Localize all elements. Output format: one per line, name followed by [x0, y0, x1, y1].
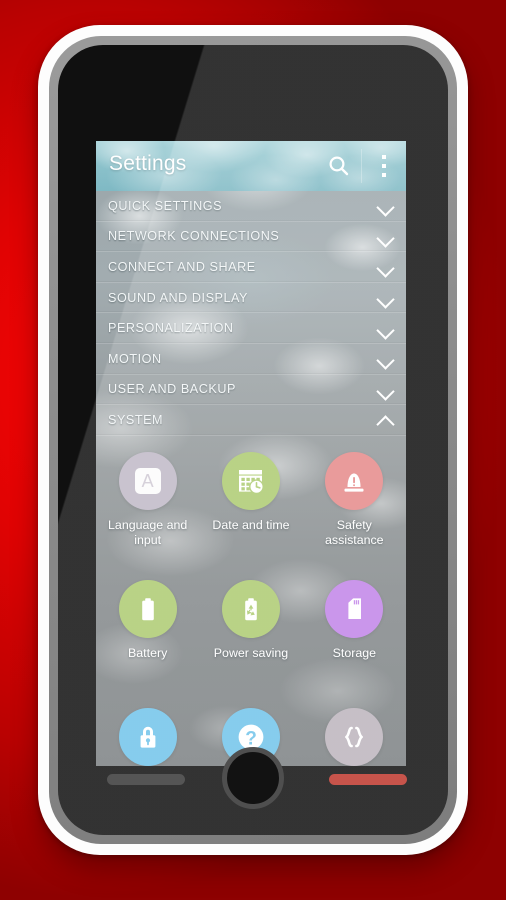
- settings-app-viewport: Settings QUICK SETTINGS NETWORK CONNECTI…: [96, 141, 406, 766]
- chevron-down-icon: [377, 200, 394, 211]
- overflow-dot: [382, 155, 386, 159]
- category-row-personalization[interactable]: PERSONALIZATION: [96, 313, 406, 344]
- category-label: PERSONALIZATION: [108, 321, 234, 336]
- grid-item-security[interactable]: [96, 704, 199, 766]
- overflow-dot: [382, 173, 386, 177]
- overflow-menu-button[interactable]: [373, 153, 395, 179]
- sd-card-glyph: [348, 598, 362, 619]
- chevron-down-icon: [377, 231, 394, 242]
- chevron-down-icon: [377, 353, 394, 364]
- category-row-motion[interactable]: MOTION: [96, 344, 406, 375]
- category-label: NETWORK CONNECTIONS: [108, 229, 280, 244]
- lock-glyph: [140, 726, 156, 748]
- grid-item-storage[interactable]: Storage: [303, 576, 406, 704]
- grid-item-language-and-input[interactable]: A Language and input: [96, 448, 199, 576]
- braces-developer-icon: [325, 707, 384, 766]
- lock-icon: [118, 707, 177, 766]
- chevron-down-icon: [377, 292, 394, 303]
- category-row-user-and-backup[interactable]: USER AND BACKUP: [96, 375, 406, 406]
- overflow-dot: [382, 164, 386, 168]
- battery-glyph: [141, 597, 154, 620]
- page-title: Settings: [109, 152, 187, 175]
- settings-category-list: QUICK SETTINGS NETWORK CONNECTIONS CONNE…: [96, 191, 406, 436]
- grid-item-label: Storage: [332, 645, 377, 660]
- sd-card-icon: [325, 579, 384, 638]
- grid-item-label: Battery: [128, 645, 168, 660]
- calendar-clock-icon: [221, 451, 280, 510]
- red-background: Settings QUICK SETTINGS NETWORK CONNECTI…: [0, 0, 506, 900]
- battery-icon: [118, 579, 177, 638]
- phone-screen: Settings QUICK SETTINGS NETWORK CONNECTI…: [58, 45, 448, 835]
- chevron-up-icon: [377, 414, 394, 425]
- calendar-clock-glyph: [238, 469, 264, 494]
- svg-text:?: ?: [245, 728, 257, 749]
- siren-alert-icon: [325, 451, 384, 510]
- category-label: QUICK SETTINGS: [108, 198, 223, 213]
- category-row-quick-settings[interactable]: QUICK SETTINGS: [96, 191, 406, 222]
- category-label: CONNECT AND SHARE: [108, 259, 256, 274]
- category-row-system[interactable]: SYSTEM: [96, 405, 406, 436]
- keyboard-a-glyph: A: [134, 467, 161, 494]
- chevron-down-icon: [377, 261, 394, 272]
- grid-item-date-and-time[interactable]: Date and time: [199, 448, 302, 576]
- home-button[interactable]: [222, 747, 284, 809]
- category-label: USER AND BACKUP: [108, 382, 236, 397]
- back-softkey[interactable]: [329, 774, 407, 785]
- chevron-down-icon: [377, 384, 394, 395]
- siren-alert-glyph: [344, 473, 364, 492]
- phone-device: Settings QUICK SETTINGS NETWORK CONNECTI…: [38, 25, 468, 855]
- category-label: MOTION: [108, 351, 162, 366]
- search-button[interactable]: [326, 153, 352, 179]
- grid-item-label: Language and input: [108, 517, 188, 547]
- menu-softkey[interactable]: [107, 774, 185, 785]
- category-label: SYSTEM: [108, 412, 164, 427]
- system-icon-grid: A Language and input Date and time Safet…: [96, 436, 406, 766]
- grid-item-label: Power saving: [213, 645, 289, 660]
- grid-item-label: Date and time: [212, 517, 290, 532]
- category-row-network-connections[interactable]: NETWORK CONNECTIONS: [96, 222, 406, 253]
- braces-developer-glyph: [345, 726, 364, 748]
- keyboard-a-icon: A: [118, 451, 177, 510]
- grid-item-label: Safety assistance: [325, 517, 384, 547]
- category-label: SOUND AND DISPLAY: [108, 290, 248, 305]
- grid-item-developer-options[interactable]: [303, 704, 406, 766]
- icon-grid-row: A Language and input Date and time Safet…: [96, 448, 406, 576]
- battery-recycle-icon: [221, 579, 280, 638]
- header-divider: [361, 149, 362, 183]
- grid-item-power-saving[interactable]: Power saving: [199, 576, 302, 704]
- grid-item-safety-assistance[interactable]: Safety assistance: [303, 448, 406, 576]
- icon-grid-row: Battery Power saving Storage: [96, 576, 406, 704]
- category-row-sound-and-display[interactable]: SOUND AND DISPLAY: [96, 283, 406, 314]
- search-icon: [329, 156, 349, 176]
- chevron-down-icon: [377, 323, 394, 334]
- category-row-connect-and-share[interactable]: CONNECT AND SHARE: [96, 252, 406, 283]
- battery-recycle-glyph: [245, 597, 257, 620]
- grid-item-battery[interactable]: Battery: [96, 576, 199, 704]
- app-header: Settings: [96, 141, 406, 191]
- phone-bezel: Settings QUICK SETTINGS NETWORK CONNECTI…: [49, 36, 457, 844]
